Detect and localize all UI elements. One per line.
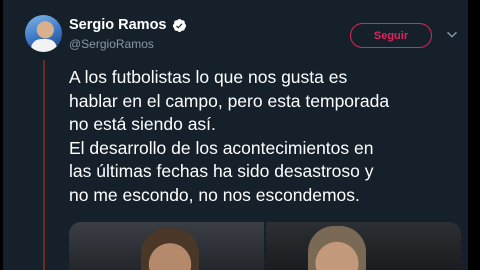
tweet-line: las últimas fechas ha sido desastroso y xyxy=(69,161,374,182)
follow-button[interactable]: Seguir xyxy=(350,23,432,48)
player-photo xyxy=(308,226,366,270)
tweet-text: A los futbolistas lo que nos gusta es ha… xyxy=(69,66,469,208)
author-handle[interactable]: @SergioRamos xyxy=(69,37,154,51)
tweet-line: no está siendo así. xyxy=(69,114,216,135)
tweet-line: El desarrollo de los acontecimientos en xyxy=(69,137,374,158)
tweet-card: Sergio Ramos @SergioRamos Seguir A los f… xyxy=(3,0,468,270)
tweet-media[interactable] xyxy=(69,222,461,270)
tweet-line: A los futbolistas lo que nos gusta es xyxy=(69,67,348,87)
media-photo-right[interactable] xyxy=(266,222,461,270)
tweet-line: hablar en el campo, pero esta temporada xyxy=(69,90,390,111)
author-name[interactable]: Sergio Ramos xyxy=(69,17,167,33)
right-frame xyxy=(468,0,480,270)
thread-line xyxy=(43,60,45,270)
avatar-shirt xyxy=(31,39,57,52)
tweet-line: no me escondo, no nos escondemos. xyxy=(69,184,360,205)
avatar[interactable] xyxy=(25,15,62,52)
player-photo xyxy=(141,228,199,270)
chevron-down-icon[interactable] xyxy=(445,28,459,42)
author-name-row: Sergio Ramos xyxy=(69,17,187,33)
verified-badge-icon xyxy=(172,18,186,32)
media-photo-left[interactable] xyxy=(69,222,264,270)
